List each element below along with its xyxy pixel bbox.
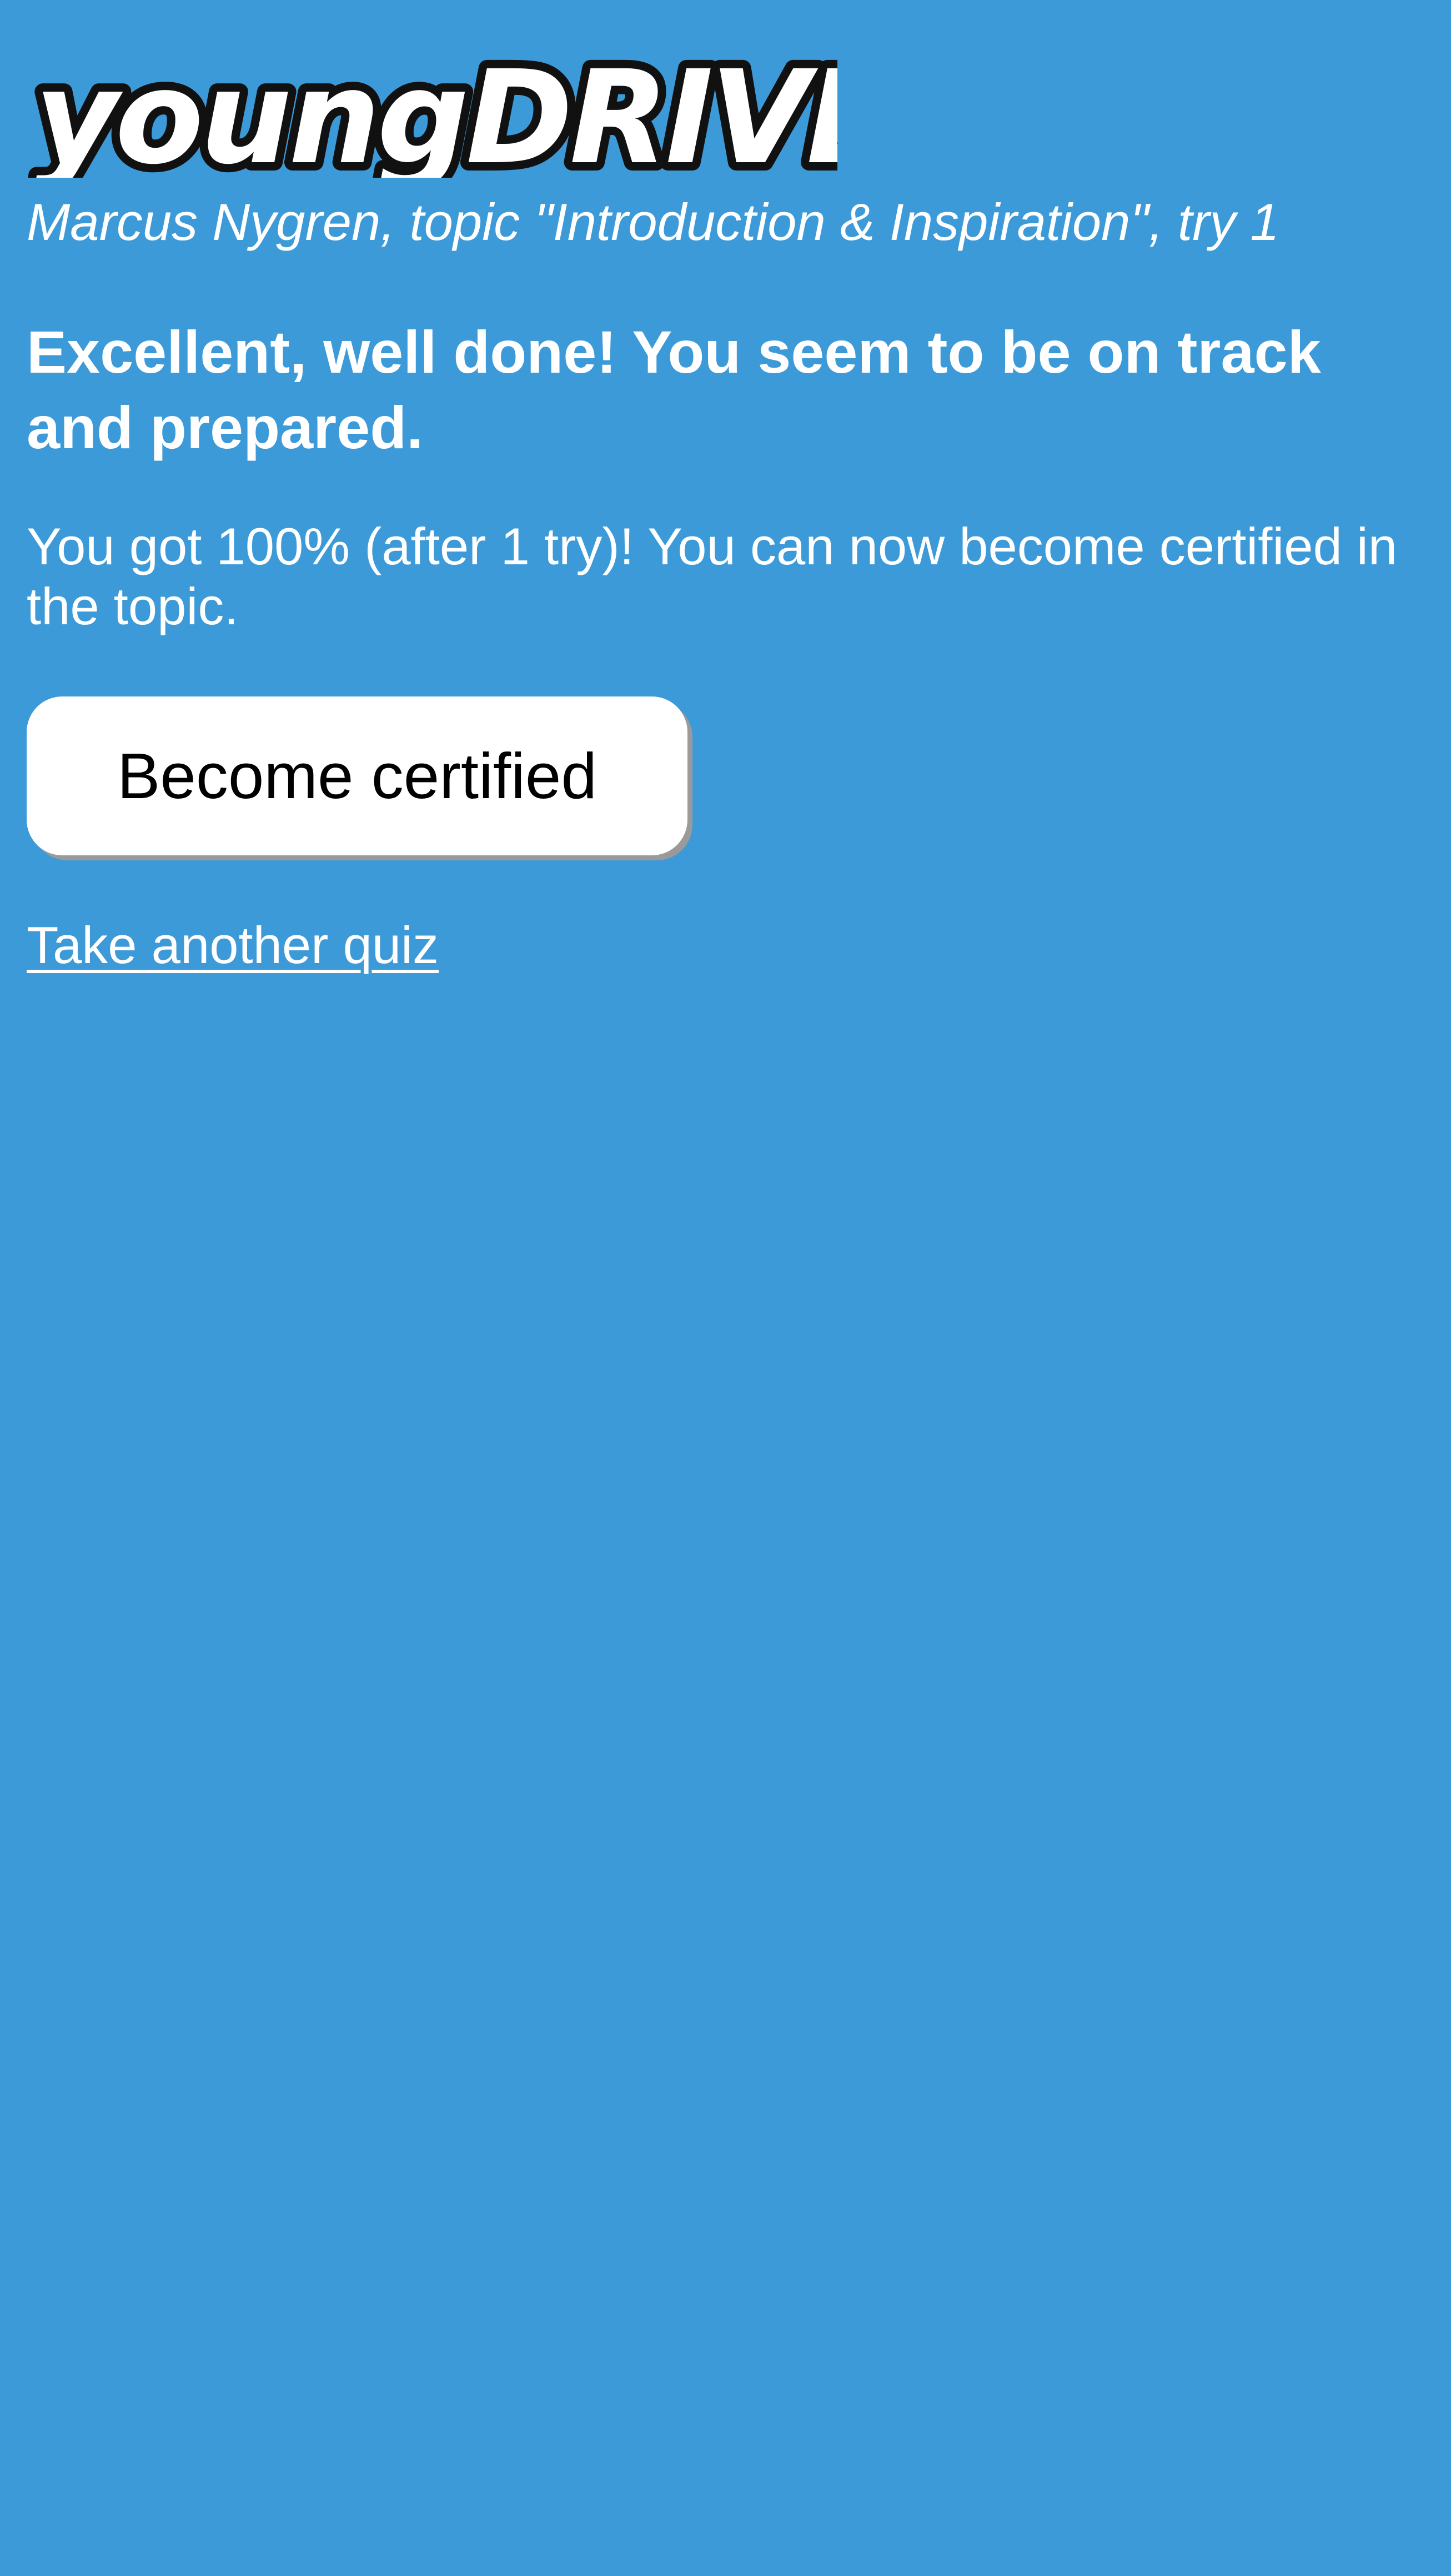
- trademark-symbol: ™: [826, 133, 837, 147]
- logo-wordmark: youngDRIVE!: [34, 43, 837, 178]
- youngdrive-logo-graphic: youngDRIVE! youngDRIVE! ™: [27, 34, 837, 178]
- youngdrive-logo: youngDRIVE! youngDRIVE! ™: [27, 26, 837, 178]
- become-certified-button[interactable]: Become certified: [27, 696, 687, 855]
- result-message: You got 100% (after 1 try)! You can now …: [27, 517, 1398, 635]
- quiz-subtitle: Marcus Nygren, topic "Introduction & Ins…: [27, 193, 1279, 251]
- take-another-quiz-link[interactable]: Take another quiz: [27, 913, 439, 978]
- result-headline: Excellent, well done! You seem to be on …: [27, 318, 1321, 461]
